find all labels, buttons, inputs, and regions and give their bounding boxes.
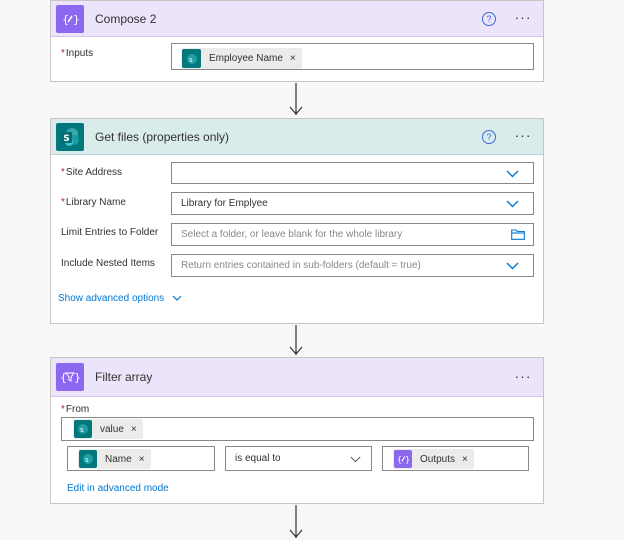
get-files-header[interactable]: S Get files (properties only) ? ···: [51, 119, 543, 155]
inputs-label: *Inputs: [61, 48, 94, 59]
compose-icon: {}: [394, 450, 412, 468]
sharepoint-icon: s: [79, 450, 97, 468]
library-name-label: *Library Name: [61, 197, 126, 208]
filter-array-card: { } Filter array ··· *From s value × s N…: [50, 357, 544, 504]
get-files-card: S Get files (properties only) ? ··· *Sit…: [50, 118, 544, 324]
help-icon[interactable]: ?: [482, 12, 496, 26]
chevron-down-icon: [506, 170, 519, 178]
from-label: *From: [61, 404, 90, 415]
operator-dropdown[interactable]: is equal to: [225, 446, 372, 471]
required-asterisk: *: [61, 197, 65, 208]
employee-name-token[interactable]: s Employee Name ×: [181, 48, 302, 69]
svg-text:}: }: [73, 13, 79, 26]
site-address-dropdown[interactable]: [171, 162, 534, 184]
limit-entries-folder-field[interactable]: Select a folder, or leave blank for the …: [171, 223, 534, 246]
filter-array-header[interactable]: { } Filter array ···: [51, 358, 543, 397]
sharepoint-icon: s: [74, 420, 92, 438]
limit-entries-placeholder: Select a folder, or leave blank for the …: [181, 229, 403, 240]
connector-arrow: [289, 325, 303, 355]
remove-token-icon[interactable]: ×: [290, 53, 296, 64]
include-nested-placeholder: Return entries contained in sub-folders …: [181, 260, 421, 271]
remove-token-icon[interactable]: ×: [131, 424, 137, 435]
required-asterisk: *: [61, 167, 65, 178]
compose-2-card: { } Compose 2 ? ··· *Inputs s Employee N…: [50, 0, 544, 82]
filter-icon: { }: [56, 363, 84, 391]
library-name-dropdown[interactable]: Library for Emplyee: [171, 192, 534, 215]
site-address-label: *Site Address: [61, 167, 123, 178]
remove-token-icon[interactable]: ×: [462, 454, 468, 465]
folder-icon[interactable]: [511, 229, 525, 240]
remove-token-icon[interactable]: ×: [139, 454, 145, 465]
chevron-down-icon: [506, 262, 519, 270]
chevron-down-icon: [506, 200, 519, 208]
chevron-down-icon: [172, 295, 182, 302]
required-asterisk: *: [61, 48, 65, 59]
svg-text:s: s: [189, 56, 193, 64]
connector-arrow: [289, 83, 303, 115]
condition-right-operand[interactable]: {} Outputs ×: [382, 446, 529, 471]
more-options-icon[interactable]: ···: [513, 9, 533, 27]
svg-text:}: }: [74, 371, 80, 384]
svg-text:{: {: [397, 455, 402, 464]
library-name-value: Library for Emplyee: [181, 198, 268, 209]
limit-entries-label: Limit Entries to Folder: [61, 227, 159, 238]
svg-text:}: }: [405, 455, 410, 464]
compose-2-header[interactable]: { } Compose 2 ? ···: [51, 1, 543, 37]
required-asterisk: *: [61, 404, 65, 415]
compose-icon: { }: [56, 5, 84, 33]
svg-text:s: s: [80, 426, 84, 434]
sharepoint-icon: s: [182, 49, 201, 68]
filter-array-title: Filter array: [95, 370, 153, 384]
from-field[interactable]: s value ×: [61, 417, 534, 441]
get-files-title: Get files (properties only): [95, 130, 230, 144]
more-options-icon[interactable]: ···: [513, 368, 533, 386]
svg-text:{: {: [62, 13, 69, 26]
include-nested-items-dropdown[interactable]: Return entries contained in sub-folders …: [171, 254, 534, 277]
svg-text:s: s: [85, 456, 89, 464]
help-icon[interactable]: ?: [482, 130, 496, 144]
condition-left-operand[interactable]: s Name ×: [67, 446, 215, 471]
token-label: Name: [105, 453, 132, 465]
name-token[interactable]: s Name ×: [78, 449, 151, 469]
token-label: Employee Name: [209, 53, 283, 64]
compose-2-title: Compose 2: [95, 12, 157, 26]
include-nested-label: Include Nested Items: [61, 258, 155, 269]
operator-value: is equal to: [235, 453, 281, 464]
sharepoint-icon: S: [56, 123, 84, 151]
outputs-token[interactable]: {} Outputs ×: [393, 449, 474, 469]
show-advanced-options-link[interactable]: Show advanced options: [58, 293, 182, 304]
inputs-field[interactable]: s Employee Name ×: [171, 43, 534, 70]
token-label: value: [100, 423, 124, 435]
more-options-icon[interactable]: ···: [513, 127, 533, 145]
edit-in-advanced-mode-link[interactable]: Edit in advanced mode: [67, 483, 169, 494]
chevron-down-icon: [350, 456, 361, 463]
value-token[interactable]: s value ×: [73, 419, 143, 439]
svg-text:S: S: [63, 134, 69, 144]
token-label: Outputs: [420, 453, 456, 465]
connector-arrow: [289, 505, 303, 538]
